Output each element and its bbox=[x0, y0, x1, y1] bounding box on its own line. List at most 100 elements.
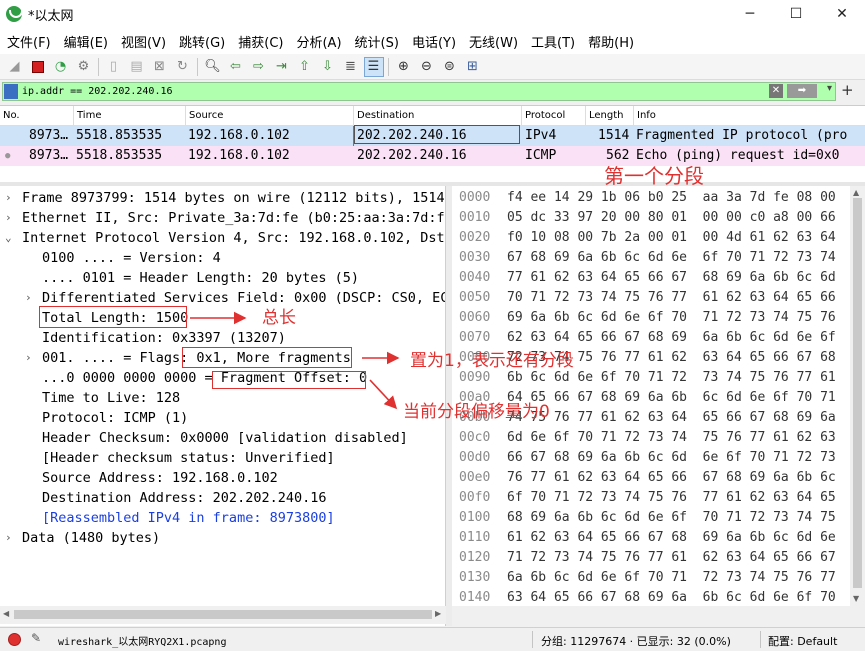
hex-bytes: 68 69 6a 6b 6c 6d 6e 6f 70 71 72 73 74 7… bbox=[507, 510, 836, 525]
menu-tools[interactable]: 工具(T) bbox=[526, 32, 583, 51]
bookmark-icon[interactable] bbox=[4, 84, 18, 99]
more-fragments-label: 置为1，表示还有分段 bbox=[410, 351, 574, 371]
zoom-in-icon[interactable]: ⊕ bbox=[394, 57, 414, 77]
column-destination[interactable]: Destination bbox=[357, 110, 414, 121]
scrollbar-thumb[interactable] bbox=[14, 610, 432, 619]
minimize-button[interactable]: ─ bbox=[727, 0, 773, 28]
open-file-icon[interactable]: ▯ bbox=[104, 57, 124, 77]
menu-help[interactable]: 帮助(H) bbox=[583, 32, 642, 51]
toolbar-separator bbox=[98, 57, 99, 76]
close-button[interactable]: ✕ bbox=[819, 0, 865, 28]
auto-scroll-icon[interactable]: ≣ bbox=[341, 57, 361, 77]
menu-view[interactable]: 视图(V) bbox=[116, 32, 174, 51]
capture-options-icon[interactable]: ⚙ bbox=[74, 57, 94, 77]
capture-status-icon[interactable] bbox=[8, 633, 21, 646]
profile-selector[interactable]: 配置: Default bbox=[768, 633, 837, 649]
cell-time: 5518.853535 bbox=[76, 148, 163, 163]
hex-offset: 0090 bbox=[459, 370, 491, 385]
last-packet-icon[interactable]: ⇩ bbox=[318, 57, 338, 77]
menu-go[interactable]: 跳转(G) bbox=[174, 32, 233, 51]
clear-filter-icon[interactable]: ✕ bbox=[769, 84, 783, 98]
cell-info: Fragmented IP protocol (pro bbox=[636, 128, 848, 143]
column-source[interactable]: Source bbox=[189, 110, 223, 121]
normal-size-icon[interactable]: ⊜ bbox=[440, 57, 460, 77]
scroll-down-icon[interactable]: ▼ bbox=[853, 594, 859, 603]
restart-capture-icon[interactable]: ◔ bbox=[51, 57, 71, 77]
chevron-right-icon[interactable]: › bbox=[25, 348, 37, 368]
scroll-right-icon[interactable]: ▶ bbox=[435, 609, 441, 618]
chevron-right-icon[interactable]: › bbox=[5, 208, 17, 228]
hex-bytes: 64 65 66 67 68 69 6a 6b 6c 6d 6e 6f 70 7… bbox=[507, 390, 836, 405]
tree-item-label: Identification: 0x3397 (13207) bbox=[42, 330, 286, 346]
start-capture-icon[interactable]: ◢ bbox=[5, 57, 25, 77]
go-back-icon[interactable]: ⇦ bbox=[226, 57, 246, 77]
go-forward-icon[interactable]: ⇨ bbox=[249, 57, 269, 77]
first-packet-icon[interactable]: ⇧ bbox=[295, 57, 315, 77]
total-length-highlight bbox=[39, 306, 187, 328]
tree-item-label: [Reassembled IPv4 in frame: 8973800] bbox=[42, 510, 335, 526]
wireshark-logo-icon bbox=[6, 6, 23, 22]
packet-count: 分组: 11297674 · 已显示: 32 (0.0%) bbox=[541, 635, 731, 648]
flags-highlight bbox=[182, 347, 352, 368]
colorize-icon[interactable]: ☰ bbox=[363, 56, 384, 77]
tree-item-label: Header Checksum: 0x0000 [validation disa… bbox=[42, 430, 408, 446]
add-filter-button[interactable]: + bbox=[841, 81, 854, 99]
chevron-right-icon[interactable]: › bbox=[5, 188, 17, 208]
tree-item-label: Data (1480 bytes) bbox=[22, 530, 161, 546]
edit-comment-icon[interactable]: ✎ bbox=[31, 631, 41, 645]
column-time[interactable]: Time bbox=[77, 110, 101, 121]
menu-file[interactable]: 文件(F) bbox=[2, 32, 59, 51]
details-horizontal-scrollbar[interactable]: ◀ ▶ bbox=[0, 606, 446, 624]
scroll-left-icon[interactable]: ◀ bbox=[3, 609, 9, 618]
menu-analyze[interactable]: 分析(A) bbox=[291, 32, 349, 51]
display-filter-input[interactable] bbox=[22, 86, 762, 97]
toolbar-separator bbox=[197, 57, 198, 76]
menu-capture[interactable]: 捕获(C) bbox=[233, 32, 291, 51]
reload-file-icon[interactable]: ↻ bbox=[173, 57, 193, 77]
column-info[interactable]: Info bbox=[637, 110, 656, 121]
menu-edit[interactable]: 编辑(E) bbox=[59, 32, 116, 51]
save-file-icon[interactable]: ▤ bbox=[127, 57, 147, 77]
hex-offset: 00e0 bbox=[459, 470, 491, 485]
column-no[interactable]: No. bbox=[3, 110, 20, 121]
hex-offset: 0050 bbox=[459, 290, 491, 305]
column-length[interactable]: Length bbox=[589, 110, 624, 121]
resize-columns-icon[interactable]: ⊞ bbox=[463, 57, 483, 77]
hex-bytes: f4 ee 14 29 1b 06 b0 25 aa 3a 7d fe 08 0… bbox=[507, 190, 836, 205]
chevron-right-icon[interactable]: › bbox=[5, 528, 17, 548]
stop-capture-icon[interactable] bbox=[28, 57, 48, 77]
tree-item-label: Protocol: ICMP (1) bbox=[42, 410, 189, 426]
hex-bytes: 71 72 73 74 75 76 77 61 62 63 64 65 66 6… bbox=[507, 550, 836, 565]
packet-details-pane: › Frame 8973799: 1514 bytes on wire (1211… bbox=[0, 186, 446, 626]
hex-offset: 0040 bbox=[459, 270, 491, 285]
cell-length: 1514 bbox=[598, 128, 630, 143]
menu-telephony[interactable]: 电话(Y) bbox=[407, 32, 464, 51]
hex-offset: 0100 bbox=[459, 510, 491, 525]
menu-statistics[interactable]: 统计(S) bbox=[350, 32, 407, 51]
scrollbar-thumb[interactable] bbox=[853, 198, 862, 588]
bytes-vertical-scrollbar[interactable]: ▲ ▼ bbox=[850, 186, 865, 606]
apply-filter-icon[interactable]: ➡ bbox=[787, 84, 817, 98]
chevron-down-icon[interactable]: ⌄ bbox=[5, 228, 17, 248]
packet-row[interactable]: ● 8973… 5518.853535 192.168.0.102 202.20… bbox=[0, 146, 865, 166]
chevron-down-icon[interactable]: ▾ bbox=[827, 83, 832, 94]
cell-source: 192.168.0.102 bbox=[188, 148, 290, 163]
column-protocol[interactable]: Protocol bbox=[525, 110, 565, 121]
hex-bytes: f0 10 08 00 7b 2a 00 01 00 4d 61 62 63 6… bbox=[507, 230, 836, 245]
close-file-icon[interactable]: ⊠ bbox=[150, 57, 170, 77]
tree-item-label: Source Address: 192.168.0.102 bbox=[42, 470, 278, 486]
chevron-right-icon[interactable]: › bbox=[25, 288, 37, 308]
menu-wireless[interactable]: 无线(W) bbox=[464, 32, 526, 51]
hex-bytes: 69 6a 6b 6c 6d 6e 6f 70 71 72 73 74 75 7… bbox=[507, 310, 836, 325]
bytes-horizontal-scrollbar[interactable] bbox=[452, 606, 865, 626]
window-title: *以太网 bbox=[28, 8, 74, 24]
scroll-up-icon[interactable]: ▲ bbox=[853, 188, 859, 197]
zoom-out-icon[interactable]: ⊖ bbox=[417, 57, 437, 77]
first-fragment-label: 第一个分段 bbox=[604, 164, 704, 188]
tree-item-label: Frame 8973799: 1514 bytes on wire (12112… bbox=[22, 190, 445, 206]
maximize-button[interactable]: ☐ bbox=[773, 0, 819, 28]
toolbar-separator bbox=[388, 57, 389, 76]
hex-bytes: 05 dc 33 97 20 00 80 01 00 00 c0 a8 00 6… bbox=[507, 210, 836, 225]
go-to-packet-icon[interactable]: ⇥ bbox=[272, 57, 292, 77]
find-packet-icon[interactable]: 🔍︎ bbox=[203, 57, 223, 77]
